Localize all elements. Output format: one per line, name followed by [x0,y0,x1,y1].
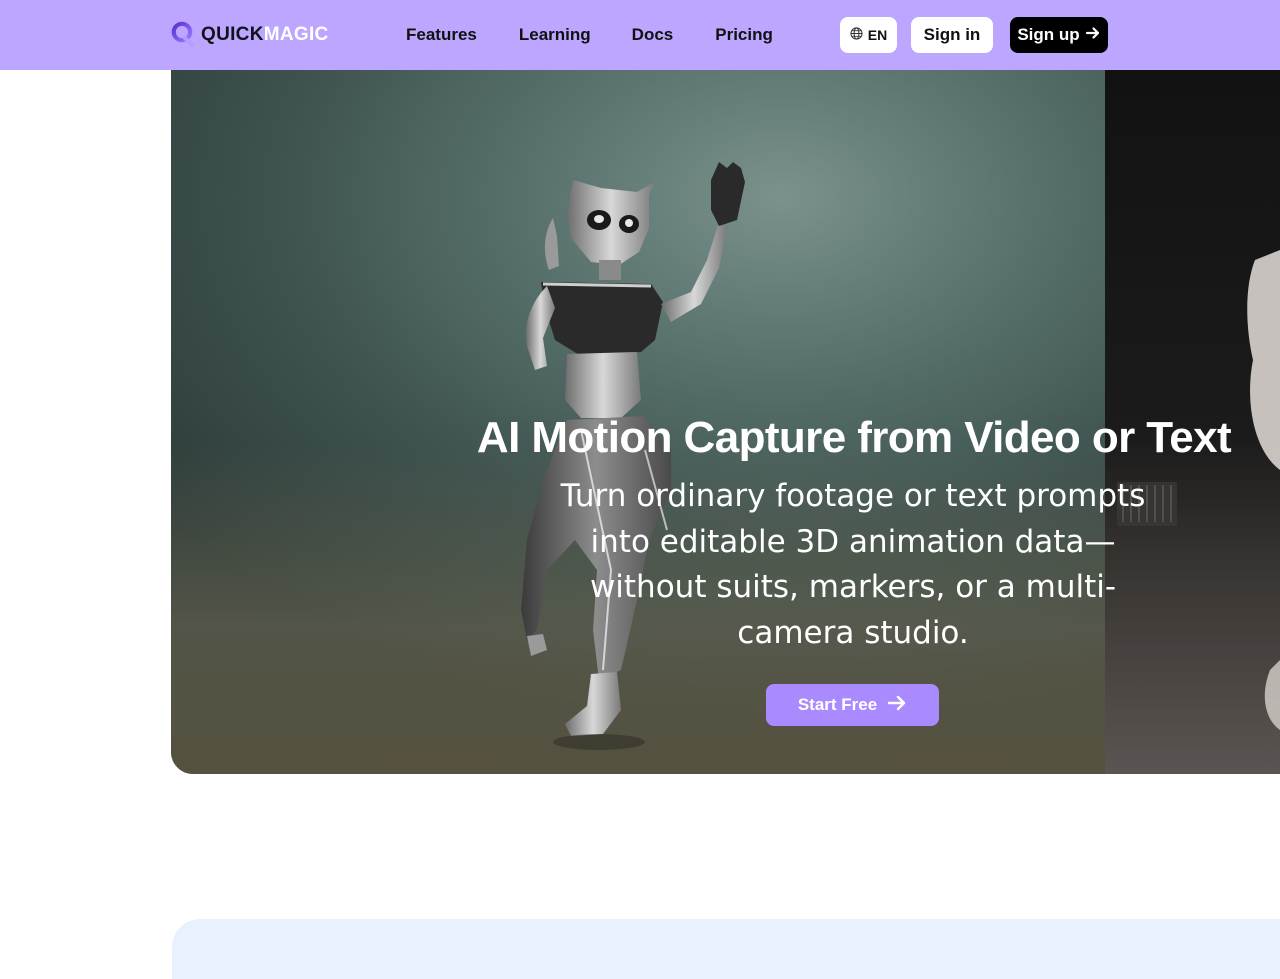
start-free-label: Start Free [797,695,878,714]
language-selector[interactable]: EN [840,17,897,53]
language-label: EN [867,27,888,43]
sign-in-button[interactable]: Sign in [911,17,993,53]
start-free-button[interactable]: Start Free [766,684,939,726]
logo-wordmark: QUICKMAGIC [201,23,329,45]
arrow-right-icon [887,694,907,717]
quickmagic-logo[interactable]: QUICKMAGIC [171,20,329,48]
logo-q-icon [171,21,195,47]
sign-up-label: Sign up [1017,25,1080,44]
arrow-right-icon [1085,25,1101,46]
next-section-card [172,919,1280,979]
nav-docs[interactable]: Docs [632,25,674,45]
top-navbar: QUICKMAGIC Features Learning Docs Pricin… [0,0,1280,70]
sign-up-button[interactable]: Sign up [1010,17,1108,53]
hero-subtitle: Turn ordinary footage or text prompts in… [560,478,1146,651]
main-nav: Features Learning Docs Pricing [406,25,773,45]
nav-features[interactable]: Features [406,25,477,45]
hero-content: AI Motion Capture from Video or Text Tur… [171,405,1280,735]
nav-learning[interactable]: Learning [519,25,591,45]
globe-icon [850,27,863,43]
hero-title: AI Motion Capture from Video or Text [476,413,1232,462]
nav-pricing[interactable]: Pricing [715,25,773,45]
